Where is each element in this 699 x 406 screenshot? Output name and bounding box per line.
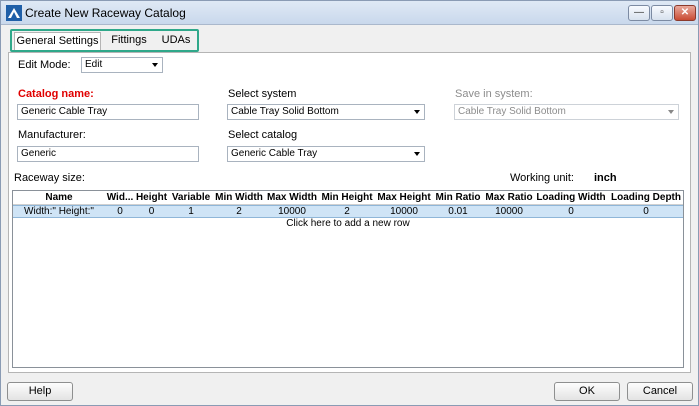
catalog-name-field[interactable]: Generic Cable Tray [17,104,199,120]
tab-general-settings[interactable]: General Settings [14,32,101,50]
select-catalog-dropdown[interactable]: Generic Cable Tray [227,146,425,162]
select-system-dropdown[interactable]: Cable Tray Solid Bottom [227,104,425,120]
column-header-loading-width[interactable]: Loading Width [535,192,607,203]
column-header-max-width[interactable]: Max Width [265,192,319,203]
minimize-button[interactable]: — [628,5,650,21]
dialog-window: Create New Raceway Catalog — ▫ ✕ General… [0,0,699,406]
edit-mode-select[interactable]: Edit [81,57,163,73]
raceway-size-grid[interactable]: Name Wid... Height Variable Min Width Ma… [12,190,684,368]
cell-loading-width[interactable]: 0 [535,206,607,217]
column-header-min-ratio[interactable]: Min Ratio [433,192,483,203]
close-button[interactable]: ✕ [674,5,696,21]
grid-header: Name Wid... Height Variable Min Width Ma… [13,191,683,205]
column-header-min-width[interactable]: Min Width [213,192,265,203]
column-header-max-height[interactable]: Max Height [375,192,433,203]
column-header-loading-depth[interactable]: Loading Depth [609,192,683,203]
edit-mode-value: Edit [85,59,103,70]
tab-fittings[interactable]: Fittings [105,32,153,50]
chevron-down-icon [414,152,420,156]
cancel-button[interactable]: Cancel [627,382,693,401]
working-unit-value: inch [594,172,617,184]
table-row[interactable]: Width:" Height:" 0 0 1 2 10000 2 10000 0… [13,205,683,218]
cell-max-ratio[interactable]: 10000 [483,206,535,217]
manufacturer-field[interactable]: Generic [17,146,199,162]
cell-max-width[interactable]: 10000 [265,206,319,217]
chevron-down-icon [414,110,420,114]
select-catalog-label: Select catalog [228,129,298,141]
select-catalog-value: Generic Cable Tray [231,148,318,159]
cell-max-height[interactable]: 10000 [375,206,433,217]
cell-variable[interactable]: 1 [169,206,213,217]
title-bar: Create New Raceway Catalog — ▫ ✕ [1,1,698,25]
save-in-system-label: Save in system: [455,88,533,100]
window-title: Create New Raceway Catalog [25,6,186,20]
cell-loading-depth[interactable]: 0 [609,206,683,217]
column-header-height[interactable]: Height [134,192,169,203]
ok-button[interactable]: OK [554,382,620,401]
chevron-down-icon [152,63,158,67]
select-system-value: Cable Tray Solid Bottom [231,106,339,117]
working-unit-label: Working unit: [510,172,574,184]
cell-width[interactable]: 0 [106,206,134,217]
cell-min-height[interactable]: 2 [319,206,375,217]
save-in-system-dropdown: Cable Tray Solid Bottom [454,104,679,120]
column-header-variable[interactable]: Variable [169,192,213,203]
column-header-name[interactable]: Name [13,192,105,203]
column-header-width[interactable]: Wid... [106,192,134,203]
add-new-row[interactable]: Click here to add a new row [13,218,683,229]
raceway-size-label: Raceway size: [14,172,85,184]
chevron-down-icon [668,110,674,114]
save-in-system-value: Cable Tray Solid Bottom [458,106,566,117]
cell-min-width[interactable]: 2 [213,206,265,217]
restore-button[interactable]: ▫ [651,5,673,21]
select-system-label: Select system [228,88,297,100]
app-icon [6,5,22,21]
manufacturer-label: Manufacturer: [18,129,86,141]
cell-min-ratio[interactable]: 0.01 [433,206,483,217]
cell-height[interactable]: 0 [134,206,169,217]
column-header-max-ratio[interactable]: Max Ratio [483,192,535,203]
edit-mode-label: Edit Mode: [18,59,71,71]
help-button[interactable]: Help [7,382,73,401]
column-header-min-height[interactable]: Min Height [319,192,375,203]
tab-udas[interactable]: UDAs [156,32,196,50]
cell-name[interactable]: Width:" Height:" [13,206,105,217]
catalog-name-label: Catalog name: [18,88,94,100]
